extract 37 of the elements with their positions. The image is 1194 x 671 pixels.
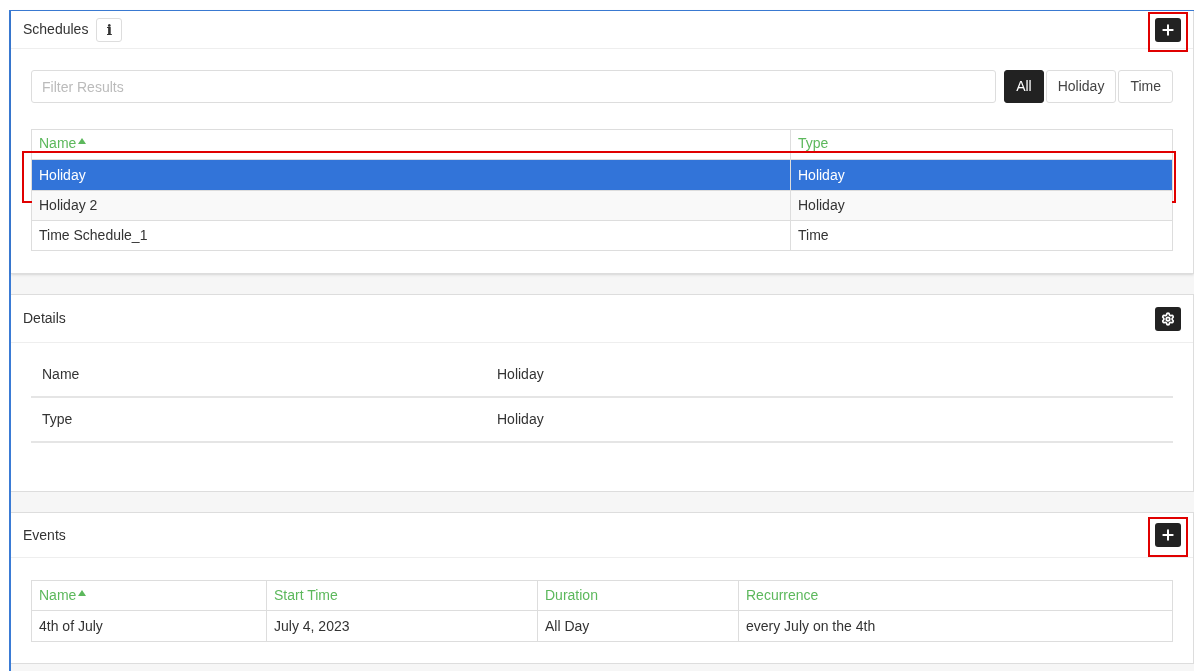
field-label: Name xyxy=(42,365,81,384)
table-cell-text: All Day xyxy=(545,616,590,636)
panel-title: Details xyxy=(23,309,66,328)
field-label: Type xyxy=(42,410,74,429)
filter-tab[interactable]: Time xyxy=(1118,70,1173,103)
column-header[interactable]: Duration xyxy=(545,585,598,606)
filter-tab[interactable]: Holiday xyxy=(1045,70,1117,103)
column-header[interactable]: Name xyxy=(39,585,87,606)
table-cell: Time xyxy=(790,221,1172,250)
sort-up-icon xyxy=(78,590,87,596)
table-row[interactable]: Holiday 2 Holiday xyxy=(32,190,1172,220)
table-cell-text: every July on the 4th xyxy=(746,616,876,636)
field-value: Holiday xyxy=(497,365,545,384)
column-header[interactable]: Recurrence xyxy=(746,585,819,606)
table-cell-text: Holiday xyxy=(38,165,87,185)
field-value: Holiday xyxy=(497,410,545,429)
table-row[interactable]: Holiday Holiday xyxy=(32,160,1172,190)
settings-icon xyxy=(1161,311,1175,326)
panel-title: Events xyxy=(23,525,66,545)
column-header[interactable]: Type xyxy=(798,133,829,154)
add-button[interactable] xyxy=(1155,17,1181,42)
column-header[interactable]: Start Time xyxy=(274,585,338,606)
add-button[interactable] xyxy=(1155,523,1181,547)
filter-tab[interactable]: All xyxy=(1004,70,1044,103)
sort-up-icon xyxy=(78,138,87,144)
plus-icon xyxy=(1160,527,1176,543)
filter-field[interactable]: Filter Results xyxy=(31,70,997,103)
column-header[interactable]: Name xyxy=(39,133,87,154)
panel-title: Schedules xyxy=(23,20,89,39)
table-cell-text: Holiday 2 xyxy=(38,196,99,215)
table-cell-text: July 4, 2023 xyxy=(274,616,350,636)
settings-button[interactable] xyxy=(1155,306,1181,331)
info-button[interactable]: i xyxy=(96,17,123,42)
table-cell-text: 4th of July xyxy=(39,616,103,636)
table-cell-text: Time Schedule_1 xyxy=(38,226,149,245)
table-row[interactable]: Time Schedule_1 Time xyxy=(32,220,1172,250)
plus-icon xyxy=(1160,21,1176,38)
